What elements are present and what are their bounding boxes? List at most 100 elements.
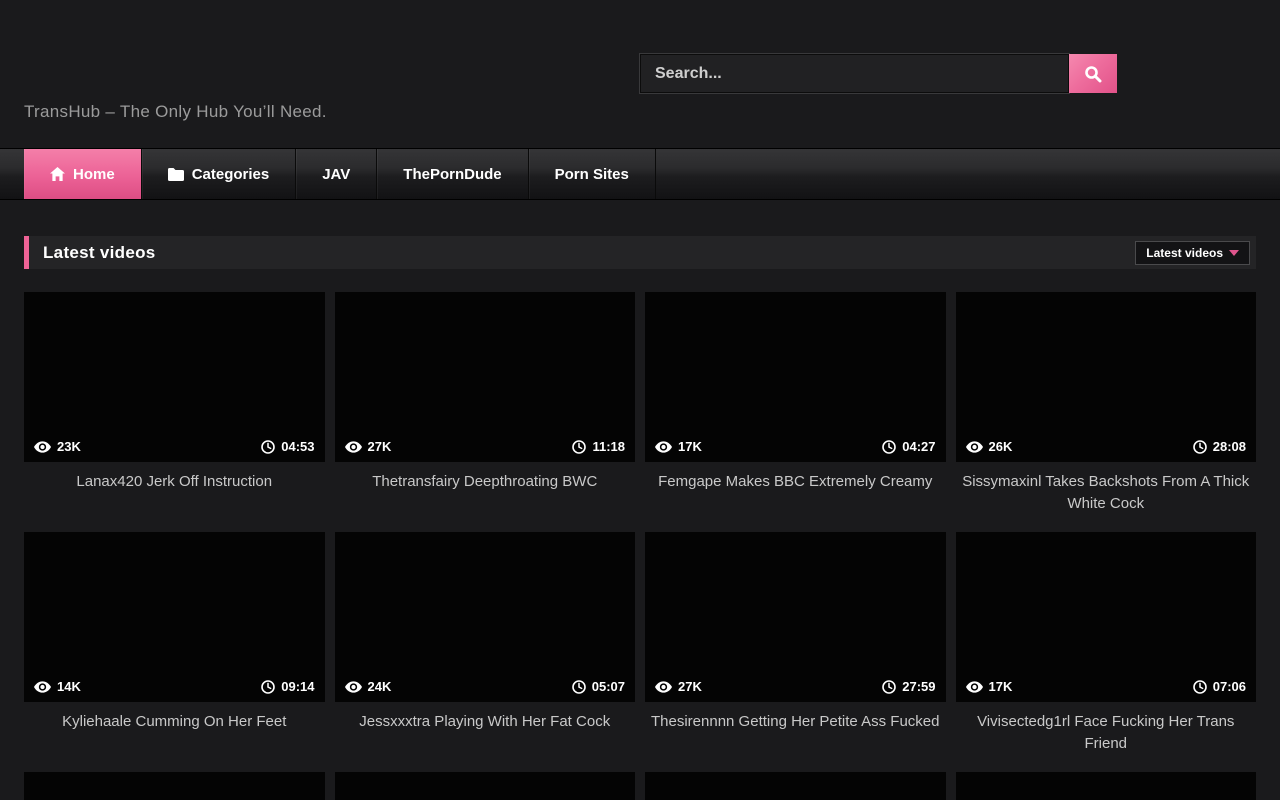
duration-group: 27:59 (882, 679, 935, 694)
clock-icon (882, 680, 896, 694)
views-group: 26K (966, 439, 1013, 454)
folder-icon (168, 168, 184, 181)
video-title[interactable]: Sissymaxinl Takes Backshots From A Thick… (960, 471, 1253, 515)
video-meta: 27K 11:18 (335, 431, 636, 462)
video-thumbnail[interactable]: 27K 27:59 (645, 532, 946, 702)
views-group: 23K (34, 439, 81, 454)
video-duration: 28:08 (1213, 439, 1246, 454)
view-count: 23K (57, 439, 81, 454)
magnifier-icon (1084, 65, 1102, 83)
video-title[interactable]: Kyliehaale Cumming On Her Feet (28, 711, 321, 755)
video-thumbnail[interactable]: 23K 04:53 (24, 292, 325, 462)
search-input[interactable] (640, 54, 1069, 93)
view-count: 17K (678, 439, 702, 454)
video-card: 26K 28:08 Sissymaxinl Takes Backshots Fr… (956, 292, 1257, 532)
video-thumbnail[interactable]: 26K 28:08 (956, 292, 1257, 462)
section-header: Latest videos Latest videos (24, 236, 1256, 269)
video-duration: 05:07 (592, 679, 625, 694)
video-card (24, 772, 325, 800)
clock-icon (1193, 680, 1207, 694)
video-thumbnail[interactable] (645, 772, 946, 800)
video-thumbnail[interactable] (24, 772, 325, 800)
sort-dropdown-button[interactable]: Latest videos (1135, 241, 1250, 265)
eye-icon (966, 441, 983, 453)
video-duration: 07:06 (1213, 679, 1246, 694)
clock-icon (261, 680, 275, 694)
duration-group: 05:07 (572, 679, 625, 694)
nav-item-categories[interactable]: Categories (142, 149, 297, 199)
nav-item-label: Home (73, 166, 115, 183)
site-header: TransHub – The Only Hub You’ll Need. (0, 0, 1280, 148)
video-card (645, 772, 946, 800)
sort-dropdown-label: Latest videos (1146, 246, 1223, 260)
clock-icon (572, 680, 586, 694)
view-count: 27K (368, 439, 392, 454)
nav-item-label: ThePornDude (403, 166, 501, 183)
nav-item-theporndude[interactable]: ThePornDude (377, 149, 528, 199)
main-nav: Home Categories JAV ThePornDude Porn Sit… (0, 148, 1280, 200)
views-group: 14K (34, 679, 81, 694)
video-title[interactable]: Femgape Makes BBC Extremely Creamy (649, 471, 942, 515)
eye-icon (966, 681, 983, 693)
video-card: 17K 04:27 Femgape Makes BBC Extremely Cr… (645, 292, 946, 532)
video-meta: 17K 04:27 (645, 431, 946, 462)
nav-item-label: JAV (322, 166, 350, 183)
eye-icon (34, 441, 51, 453)
video-thumbnail[interactable] (956, 772, 1257, 800)
views-group: 27K (655, 679, 702, 694)
video-title[interactable]: Thetransfairy Deepthroating BWC (339, 471, 632, 515)
video-duration: 27:59 (902, 679, 935, 694)
nav-item-home[interactable]: Home (24, 149, 142, 199)
section-accent-bar (24, 236, 29, 269)
view-count: 14K (57, 679, 81, 694)
video-meta: 24K 05:07 (335, 671, 636, 702)
clock-icon (882, 440, 896, 454)
video-title[interactable]: Jessxxxtra Playing With Her Fat Cock (339, 711, 632, 755)
section-title: Latest videos (43, 243, 156, 263)
search-form (640, 54, 1117, 93)
video-thumbnail[interactable]: 17K 04:27 (645, 292, 946, 462)
video-card: 27K 11:18 Thetransfairy Deepthroating BW… (335, 292, 636, 532)
nav-item-jav[interactable]: JAV (296, 149, 377, 199)
caret-down-icon (1229, 250, 1239, 256)
video-card (335, 772, 636, 800)
video-card: 24K 05:07 Jessxxxtra Playing With Her Fa… (335, 532, 636, 772)
duration-group: 04:53 (261, 439, 314, 454)
eye-icon (655, 441, 672, 453)
clock-icon (261, 440, 275, 454)
home-icon (50, 167, 65, 181)
video-title[interactable]: Thesirennnn Getting Her Petite Ass Fucke… (649, 711, 942, 755)
video-thumbnail[interactable]: 24K 05:07 (335, 532, 636, 702)
video-thumbnail[interactable]: 14K 09:14 (24, 532, 325, 702)
video-meta: 27K 27:59 (645, 671, 946, 702)
duration-group: 07:06 (1193, 679, 1246, 694)
video-grid: 23K 04:53 Lanax420 Jerk Off Instruction (24, 292, 1256, 800)
video-duration: 09:14 (281, 679, 314, 694)
view-count: 17K (989, 679, 1013, 694)
video-card: 27K 27:59 Thesirennnn Getting Her Petite… (645, 532, 946, 772)
clock-icon (1193, 440, 1207, 454)
eye-icon (34, 681, 51, 693)
view-count: 24K (368, 679, 392, 694)
nav-item-porn-sites[interactable]: Porn Sites (529, 149, 656, 199)
nav-item-label: Porn Sites (555, 166, 629, 183)
site-tagline: TransHub – The Only Hub You’ll Need. (24, 102, 327, 122)
duration-group: 09:14 (261, 679, 314, 694)
video-thumbnail[interactable]: 17K 07:06 (956, 532, 1257, 702)
main-content: Latest videos Latest videos 23K (0, 236, 1280, 800)
video-meta: 23K 04:53 (24, 431, 325, 462)
video-title[interactable]: Lanax420 Jerk Off Instruction (28, 471, 321, 515)
eye-icon (345, 441, 362, 453)
nav-item-label: Categories (192, 166, 270, 183)
video-title[interactable]: Vivisectedg1rl Face Fucking Her Trans Fr… (960, 711, 1253, 755)
clock-icon (572, 440, 586, 454)
video-meta: 14K 09:14 (24, 671, 325, 702)
views-group: 24K (345, 679, 392, 694)
video-duration: 04:53 (281, 439, 314, 454)
video-thumbnail[interactable]: 27K 11:18 (335, 292, 636, 462)
search-button[interactable] (1069, 54, 1117, 93)
duration-group: 11:18 (572, 439, 625, 454)
video-thumbnail[interactable] (335, 772, 636, 800)
views-group: 17K (655, 439, 702, 454)
video-duration: 11:18 (592, 439, 625, 454)
